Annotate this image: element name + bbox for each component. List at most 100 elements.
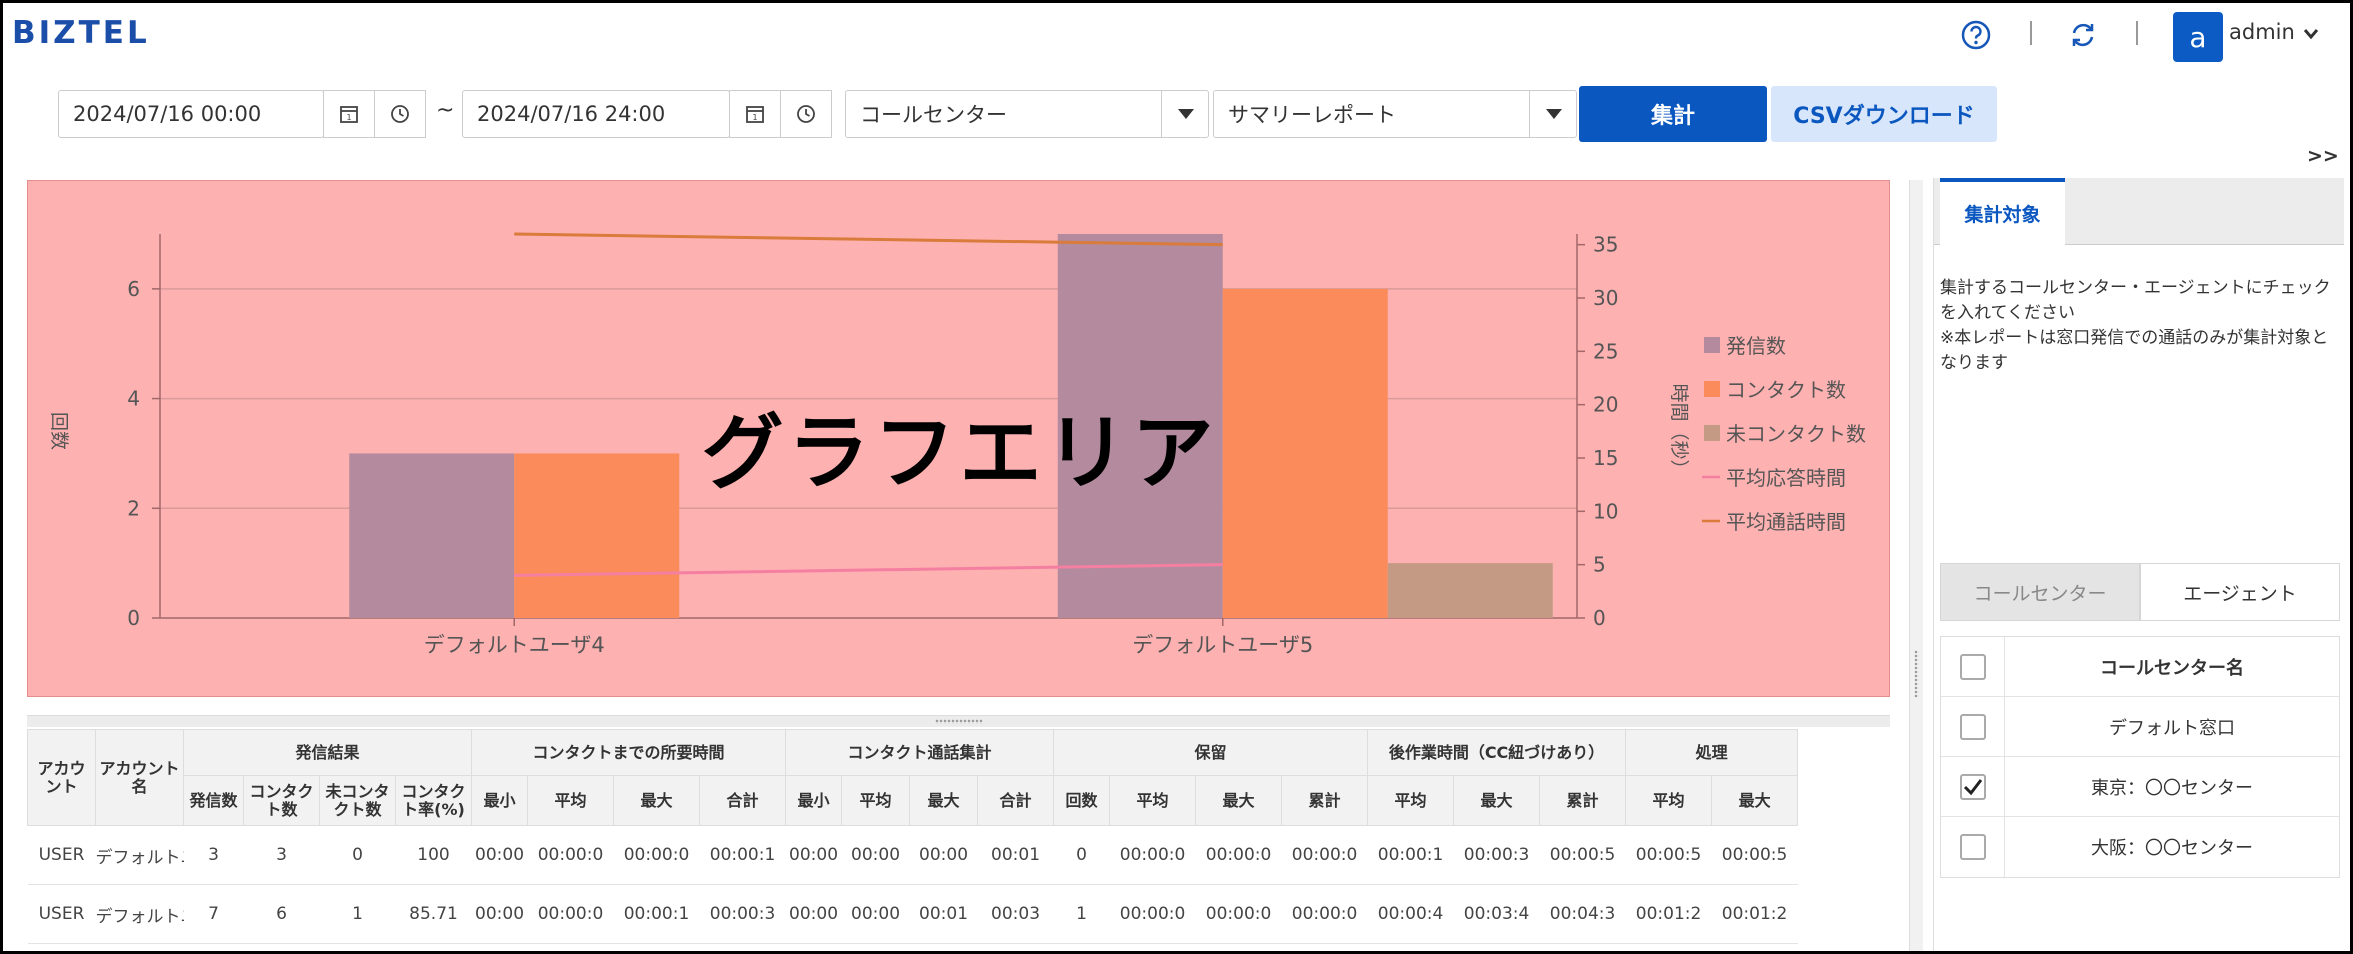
table-cell: 3 — [243, 825, 320, 885]
panel-tabbar: 集計対象 — [1934, 178, 2344, 245]
y-tick-label: 0 — [127, 606, 140, 630]
user-name[interactable]: admin — [2229, 20, 2295, 44]
select-all-checkbox[interactable] — [1959, 653, 1986, 680]
target-panel: 集計対象 集計するコールセンター・エージェントにチェックを入れてください ※本レ… — [1933, 178, 2344, 951]
svg-text:1: 1 — [752, 113, 757, 122]
chevron-down-icon[interactable] — [2303, 25, 2319, 44]
app-window: BIZTEL a admin 2024/07/16 00:00 1 ~ 2024… — [0, 0, 2353, 954]
column-group-header: 後作業時間（CC紐づけあり） — [1367, 729, 1627, 776]
avatar[interactable]: a — [2173, 12, 2223, 62]
column-header: 最大 — [1711, 775, 1799, 826]
table-cell: USER — [27, 884, 96, 944]
column-group-header: コンタクトまでの所要時間 — [471, 729, 787, 776]
start-datetime-input[interactable]: 2024/07/16 00:00 — [58, 90, 324, 138]
list-item: デフォルト窓口 — [1941, 697, 2339, 757]
callcenter-name-header: コールセンター名 — [2100, 657, 2244, 679]
table-cell: 00:00 — [785, 884, 842, 944]
refresh-icon[interactable] — [2065, 17, 2101, 53]
x-tick-label: デフォルトユーザ4 — [424, 633, 605, 657]
expand-panel-button[interactable]: >> — [2307, 145, 2339, 167]
tab-aggregate-target[interactable]: 集計対象 — [1940, 178, 2065, 245]
table-cell: 00:00:0 — [527, 884, 614, 944]
report-select-value: サマリーレポート — [1228, 103, 1396, 127]
table-cell: 00:00 — [841, 884, 910, 944]
column-header: 最小 — [471, 775, 529, 826]
y2-tick-label: 30 — [1593, 286, 1618, 310]
legend-entry: 平均通話時間 — [1726, 510, 1846, 534]
table-cell: 00:00:1 — [1367, 825, 1454, 885]
scope-select[interactable]: コールセンター — [845, 90, 1209, 138]
table-cell: 00:00 — [471, 825, 528, 885]
column-header: 平均 — [841, 775, 911, 826]
y2-tick-label: 25 — [1593, 339, 1618, 363]
table-cell: 0 — [319, 825, 396, 885]
table-cell: 00:01:2 — [1625, 884, 1712, 944]
table-cell: USER — [27, 825, 96, 885]
column-header: 合計 — [977, 775, 1055, 826]
csv-download-button[interactable]: CSVダウンロード — [1771, 86, 1997, 142]
table-cell: 00:00:0 — [1195, 884, 1282, 944]
scope-toggle: コールセンター エージェント — [1940, 563, 2340, 621]
checkmark-icon — [1963, 778, 1982, 795]
table-cell: 1 — [319, 884, 396, 944]
table-cell: デフォルトユーザ4 — [95, 825, 184, 885]
callcenter-checkbox[interactable] — [1959, 713, 1986, 740]
table-cell: 00:04:3 — [1539, 884, 1626, 944]
panel-instructions: 集計するコールセンター・エージェントにチェックを入れてください ※本レポートは窓… — [1940, 276, 2340, 376]
table-cell: 00:00:3 — [699, 884, 786, 944]
vertical-splitter[interactable] — [1909, 180, 1923, 951]
range-separator: ~ — [436, 98, 455, 123]
table-cell: 7 — [183, 884, 244, 944]
column-header: 未コンタクト数 — [319, 775, 396, 826]
column-header: コンタクト率(%) — [394, 775, 473, 826]
caret-down-icon[interactable] — [1161, 90, 1209, 138]
column-header: 平均 — [1109, 775, 1197, 826]
svg-text:1: 1 — [346, 113, 351, 122]
table-cell: 00:00:0 — [1195, 825, 1282, 885]
toggle-agent[interactable]: エージェント — [2140, 563, 2340, 621]
column-header: 発信数 — [183, 775, 244, 826]
table-cell: 00:00 — [841, 825, 910, 885]
table-cell: 00:00:0 — [1109, 884, 1196, 944]
column-header: コンタクト数 — [243, 775, 320, 826]
calendar-icon[interactable]: 1 — [323, 90, 375, 138]
toggle-callcenter[interactable]: コールセンター — [1940, 563, 2140, 621]
table-row[interactable]: USERデフォルトユーザ433010000:0000:00:000:00:000… — [27, 825, 1798, 885]
horizontal-splitter[interactable] — [27, 715, 1890, 727]
column-header: 合計 — [699, 775, 787, 826]
column-header: 回数 — [1053, 775, 1111, 826]
callcenter-checkbox[interactable] — [1959, 834, 1986, 860]
table-cell: 6 — [243, 884, 320, 944]
column-group-header: 保留 — [1053, 729, 1369, 776]
table-cell: 00:00:0 — [1281, 884, 1368, 944]
header-divider — [2136, 21, 2138, 45]
column-group-header: 処理 — [1625, 729, 1799, 776]
biztel-logo[interactable]: BIZTEL — [12, 15, 150, 51]
chart-area: 0 2 4 6 0 5 10 15 20 25 30 35 回数 時間（秒） デフォルトユーザ4 デフォルトユ… — [27, 180, 1890, 697]
callcenter-list: コールセンター名 デフォルト窓口 東京：〇〇センター 大阪：〇〇センター — [1940, 636, 2340, 878]
table-cell: 00:01:2 — [1711, 884, 1798, 944]
legend-swatch — [1704, 337, 1720, 353]
column-header: 累計 — [1539, 775, 1627, 826]
clock-icon[interactable] — [374, 90, 426, 138]
help-icon[interactable] — [1958, 17, 1994, 53]
table-cell: 00:00:5 — [1711, 825, 1798, 885]
aggregate-button[interactable]: 集計 — [1579, 86, 1767, 142]
callcenter-name: デフォルト窓口 — [2109, 717, 2235, 739]
y2-tick-label: 5 — [1593, 553, 1606, 577]
table-row[interactable]: USERデフォルトユーザ576185.7100:0000:00:000:00:1… — [27, 884, 1798, 944]
end-datetime-input[interactable]: 2024/07/16 24:00 — [462, 90, 730, 138]
x-tick-label: デフォルトユーザ5 — [1132, 633, 1313, 657]
table-cell: 85.71 — [395, 884, 472, 944]
scope-select-value: コールセンター — [860, 103, 1007, 127]
calendar-icon[interactable]: 1 — [729, 90, 781, 138]
table-cell: 3 — [183, 825, 244, 885]
clock-icon[interactable] — [780, 90, 832, 138]
column-header: 平均 — [1625, 775, 1713, 826]
chart-area-label: グラフエリア — [701, 406, 1218, 501]
table-cell: 00:01 — [909, 884, 978, 944]
callcenter-checkbox[interactable] — [1959, 773, 1986, 800]
table-cell: 00:00:0 — [527, 825, 614, 885]
caret-down-icon[interactable] — [1529, 90, 1577, 138]
report-select[interactable]: サマリーレポート — [1213, 90, 1577, 138]
